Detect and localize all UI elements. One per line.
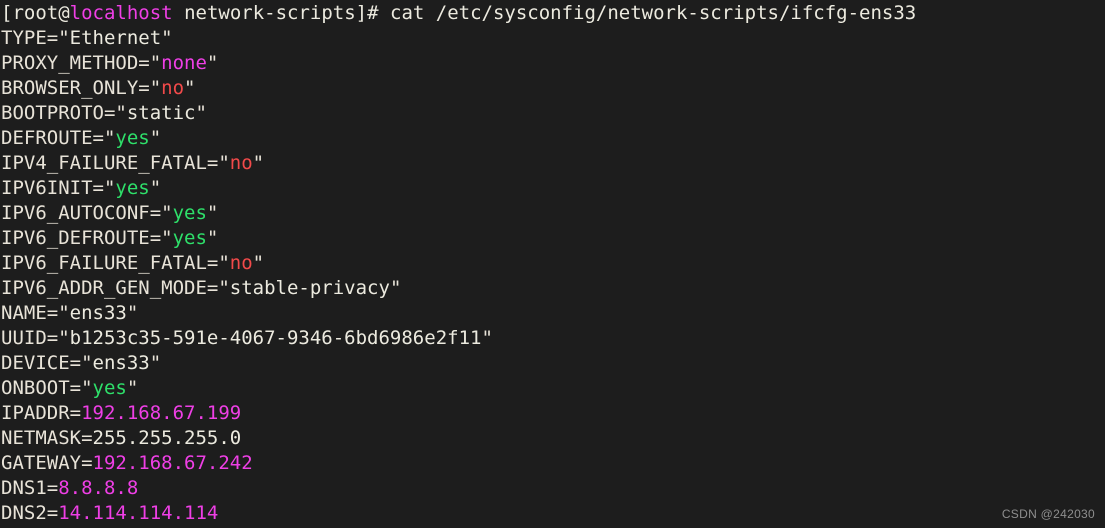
config-value: static <box>126 102 196 124</box>
config-key: DEVICE=" <box>1 352 93 374</box>
config-value-quote: " <box>184 77 196 99</box>
config-key: IPADDR= <box>1 402 82 424</box>
config-key: DNS2= <box>1 502 59 524</box>
config-key: IPV6_AUTOCONF=" <box>1 202 173 224</box>
config-value-quote: " <box>206 202 219 224</box>
output-line: BROWSER_ONLY="no" <box>1 76 1105 101</box>
output-line: IPV4_FAILURE_FATAL="no" <box>1 151 1105 176</box>
config-key: BROWSER_ONLY=" <box>1 77 162 99</box>
config-value: 255.255.255.0 <box>92 427 242 449</box>
output-line: DNS1=8.8.8.8 <box>1 476 1105 501</box>
config-key: NAME=" <box>1 302 70 324</box>
prompt-user: root <box>12 2 59 24</box>
config-key: IPV6_DEFROUTE=" <box>1 227 173 249</box>
config-key: TYPE=" <box>1 27 70 49</box>
config-value-quote: " <box>149 352 162 374</box>
config-key: PROXY_METHOD=" <box>1 52 162 74</box>
config-value: stable-privacy <box>229 277 390 299</box>
config-key: DNS1= <box>1 477 59 499</box>
prompt-bracket-close: ] <box>355 2 368 24</box>
output-line: IPADDR=192.168.67.199 <box>1 401 1105 426</box>
config-value: none <box>161 52 207 74</box>
output-line: DEFROUTE="yes" <box>1 126 1105 151</box>
output-line: IPV6_FAILURE_FATAL="no" <box>1 251 1105 276</box>
config-value: 192.168.67.199 <box>81 402 242 424</box>
config-key: IPV4_FAILURE_FATAL=" <box>1 152 230 174</box>
output-line: DNS2=14.114.114.114 <box>1 501 1105 526</box>
output-line: NAME="ens33" <box>1 301 1105 326</box>
output-line: IPV6INIT="yes" <box>1 176 1105 201</box>
config-value: Ethernet <box>69 27 162 49</box>
config-value-quote: " <box>126 377 139 399</box>
prompt-sigil: # <box>367 2 391 24</box>
prompt-at: @ <box>58 2 70 24</box>
config-value: 8.8.8.8 <box>58 477 139 499</box>
command-text: cat /etc/sysconfig/network-scripts/ifcfg… <box>390 2 917 24</box>
config-key: GATEWAY= <box>1 452 93 474</box>
config-value: ens33 <box>92 352 150 374</box>
output-line: ONBOOT="yes" <box>1 376 1105 401</box>
output-line: UUID="b1253c35-591e-4067-9346-6bd6986e2f… <box>1 326 1105 351</box>
config-value: ens33 <box>69 302 127 324</box>
config-value: yes <box>172 227 207 249</box>
output-line: NETMASK=255.255.255.0 <box>1 426 1105 451</box>
config-key: DEFROUTE=" <box>1 127 116 149</box>
terminal-window[interactable]: [root@localhost network-scripts]# cat /e… <box>0 0 1105 528</box>
output-line: DEVICE="ens33" <box>1 351 1105 376</box>
prompt-cwd: network-scripts <box>184 2 356 24</box>
config-value-quote: " <box>161 27 173 49</box>
config-key: NETMASK= <box>1 427 93 449</box>
output-line: IPV6_AUTOCONF="yes" <box>1 201 1105 226</box>
config-value: no <box>229 152 253 174</box>
config-key: IPV6INIT=" <box>1 177 116 199</box>
terminal-screen[interactable]: [root@localhost network-scripts]# cat /e… <box>0 0 1105 528</box>
output-line: GATEWAY=192.168.67.242 <box>1 451 1105 476</box>
config-value-quote: " <box>389 277 402 299</box>
config-value-quote: " <box>149 177 162 199</box>
config-value: 192.168.67.242 <box>92 452 253 474</box>
prompt-line: [root@localhost network-scripts]# cat /e… <box>1 1 1105 26</box>
config-key: UUID=" <box>1 327 70 349</box>
config-value-quote: " <box>195 102 207 124</box>
config-key: ONBOOT=" <box>1 377 93 399</box>
config-value-quote: " <box>481 327 493 349</box>
output-line: TYPE="Ethernet" <box>1 26 1105 51</box>
output-line: IPV6_DEFROUTE="yes" <box>1 226 1105 251</box>
output-line: BOOTPROTO="static" <box>1 101 1105 126</box>
config-value: yes <box>115 177 150 199</box>
config-value: yes <box>115 127 150 149</box>
config-value-quote: " <box>126 302 139 324</box>
config-key: BOOTPROTO=" <box>1 102 127 124</box>
config-value-quote: " <box>252 252 265 274</box>
prompt-bracket-open: [ <box>1 2 13 24</box>
config-value: no <box>161 77 185 99</box>
csdn-watermark: CSDN @242030 <box>1001 507 1095 521</box>
config-value-quote: " <box>149 127 162 149</box>
config-key: IPV6_ADDR_GEN_MODE=" <box>1 277 230 299</box>
output-line: PROXY_METHOD="none" <box>1 51 1105 76</box>
command-output: TYPE="Ethernet" PROXY_METHOD="none" BROWSE… <box>1 26 1105 526</box>
config-value: b1253c35-591e-4067-9346-6bd6986e2f11 <box>69 327 482 349</box>
config-value: yes <box>172 202 207 224</box>
config-value-quote: " <box>206 52 219 74</box>
output-line: IPV6_ADDR_GEN_MODE="stable-privacy" <box>1 276 1105 301</box>
prompt-host: localhost <box>69 2 173 24</box>
config-key: IPV6_FAILURE_FATAL=" <box>1 252 230 274</box>
config-value: 14.114.114.114 <box>58 502 219 524</box>
config-value-quote: " <box>206 227 219 249</box>
config-value: yes <box>92 377 127 399</box>
config-value: no <box>229 252 253 274</box>
config-value-quote: " <box>252 152 265 174</box>
